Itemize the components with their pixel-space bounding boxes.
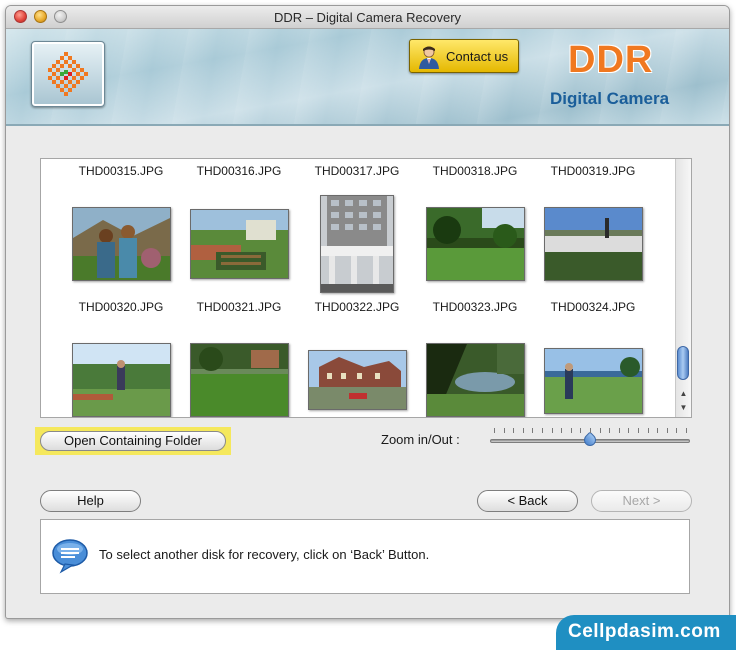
recovered-photos-gallery[interactable]: THD00315.JPG THD00316.JPG THD00317.JPG T… <box>40 158 692 418</box>
zoom-slider-tick <box>638 428 639 433</box>
photo-thumbnail[interactable] <box>308 350 407 410</box>
zoom-slider[interactable] <box>490 426 690 449</box>
zoom-slider-tick <box>676 428 677 433</box>
photo-thumbnail[interactable] <box>190 343 289 417</box>
zoom-slider-tick <box>571 428 572 433</box>
zoom-slider-tick <box>552 428 553 433</box>
file-name: THD00321.JPG <box>196 300 282 314</box>
file-name: THD00315.JPG <box>78 164 164 178</box>
brand-subtitle: Digital Camera <box>550 89 670 108</box>
file-name: THD00324.JPG <box>550 300 636 314</box>
watermark-badge: Cellpdasim.com <box>556 615 736 650</box>
file-name: THD00318.JPG <box>432 164 518 178</box>
scroll-down-arrow-icon[interactable]: ▼ <box>676 401 691 415</box>
file-name: THD00317.JPG <box>314 164 400 178</box>
zoom-slider-tick <box>494 428 495 433</box>
open-folder-highlight: Open Containing Folder <box>35 427 231 455</box>
zoom-slider-tick <box>667 428 668 433</box>
zoom-slider-tick <box>628 428 629 433</box>
photo-thumbnail[interactable] <box>72 207 171 281</box>
photo-thumbnail[interactable] <box>544 207 643 281</box>
next-button[interactable]: Next > <box>591 490 692 512</box>
zoom-slider-tick <box>542 428 543 433</box>
zoom-label: Zoom in/Out : <box>381 432 460 447</box>
person-icon <box>419 46 439 69</box>
zoom-slider-tick <box>580 428 581 433</box>
zoom-slider-tick <box>523 428 524 433</box>
back-button[interactable]: < Back <box>477 490 578 512</box>
zoom-slider-tick <box>590 428 591 433</box>
zoom-slider-tick <box>657 428 658 433</box>
contact-us-label: Contact us <box>446 49 509 64</box>
title-bar: DDR – Digital Camera Recovery <box>6 6 729 29</box>
zoom-slider-tick <box>532 428 533 433</box>
open-containing-folder-button[interactable]: Open Containing Folder <box>40 431 226 451</box>
info-panel: To select another disk for recovery, cli… <box>40 519 690 594</box>
header-banner: Contact us DDR Digital Camera <box>6 29 729 126</box>
zoom-slider-tick <box>648 428 649 433</box>
photo-thumbnail[interactable] <box>426 343 525 417</box>
file-name: THD00323.JPG <box>432 300 518 314</box>
info-message: To select another disk for recovery, cli… <box>99 547 430 562</box>
file-name: THD00319.JPG <box>550 164 636 178</box>
zoom-slider-tick <box>600 428 601 433</box>
file-name: THD00322.JPG <box>314 300 400 314</box>
photo-thumbnail[interactable] <box>72 343 171 417</box>
zoom-slider-tick <box>561 428 562 433</box>
window-title: DDR – Digital Camera Recovery <box>273 10 462 25</box>
zoom-slider-tick <box>609 428 610 433</box>
file-name: THD00316.JPG <box>196 164 282 178</box>
photo-thumbnail[interactable] <box>544 348 643 414</box>
photo-thumbnail[interactable] <box>190 209 289 279</box>
gallery-scrollbar[interactable]: ▲ ▼ <box>675 159 691 417</box>
scroll-up-arrow-icon[interactable]: ▲ <box>676 387 691 401</box>
checker-logo-icon <box>48 52 88 96</box>
zoom-slider-tick <box>686 428 687 433</box>
brand-name: DDR <box>568 39 654 81</box>
photo-thumbnail[interactable] <box>320 195 394 293</box>
scroll-thumb[interactable] <box>677 346 689 380</box>
zoom-slider-thumb[interactable] <box>581 431 599 449</box>
help-button[interactable]: Help <box>40 490 141 512</box>
zoom-slider-tick <box>504 428 505 433</box>
watermark-text: Cellpdasim.com <box>568 621 721 642</box>
app-logo <box>31 41 105 107</box>
file-name: THD00320.JPG <box>78 300 164 314</box>
contact-us-button[interactable]: Contact us <box>409 39 519 73</box>
photo-thumbnail[interactable] <box>426 207 525 281</box>
zoom-slider-tick <box>619 428 620 433</box>
app-window: DDR – Digital Camera Recovery Contact us… <box>5 5 730 619</box>
zoom-slider-tick <box>513 428 514 433</box>
speech-bubble-icon <box>52 539 88 574</box>
